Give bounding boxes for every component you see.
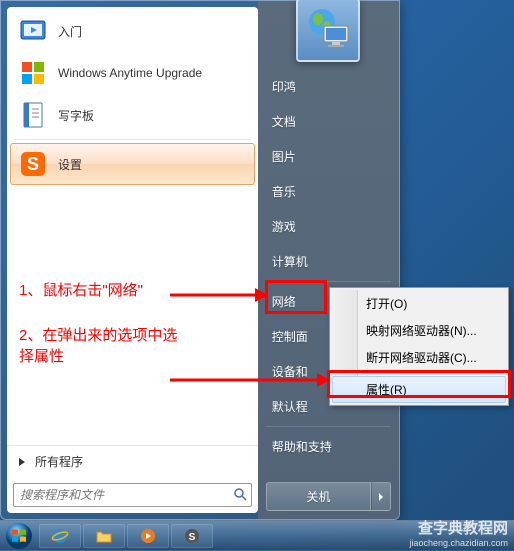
label: 计算机: [272, 255, 308, 269]
taskbar-ie[interactable]: [39, 524, 81, 548]
taskbar-media[interactable]: [127, 524, 169, 548]
label: 默认程: [272, 400, 308, 414]
start-menu-left-panel: 入门 Windows Anytime Upgrade 写字板: [7, 7, 258, 513]
program-label: Windows Anytime Upgrade: [58, 66, 202, 80]
label: 网络: [272, 295, 296, 309]
context-menu: 打开(O) 映射网络驱动器(N)... 断开网络驱动器(C)... 属性(R): [329, 287, 509, 406]
ctx-properties[interactable]: 属性(R): [332, 376, 506, 403]
label: 设备和: [272, 365, 308, 379]
taskbar: S: [0, 520, 514, 550]
right-item-help[interactable]: 帮助和支持: [258, 429, 399, 464]
taskbar-app[interactable]: S: [171, 524, 213, 548]
divider: [266, 281, 391, 282]
program-settings[interactable]: S 设置: [10, 143, 255, 185]
ctx-open[interactable]: 打开(O): [332, 290, 506, 317]
all-programs-label: 所有程序: [35, 453, 83, 470]
chevron-right-icon: [377, 493, 385, 501]
getting-started-icon: [18, 16, 48, 46]
sogou-icon: S: [183, 527, 201, 545]
arrow-right-icon: [17, 457, 27, 467]
label: 游戏: [272, 220, 296, 234]
ctx-map-drive[interactable]: 映射网络驱动器(N)...: [332, 317, 506, 344]
settings-s-icon: S: [18, 149, 48, 179]
right-item-computer[interactable]: 计算机: [258, 244, 399, 279]
ie-icon: [51, 527, 69, 545]
user-picture[interactable]: [296, 0, 360, 62]
program-label: 入门: [58, 23, 82, 40]
shutdown-row: 关机: [258, 474, 399, 519]
label: 印鸿: [272, 80, 296, 94]
divider: [14, 139, 251, 140]
label: 音乐: [272, 185, 296, 199]
globe-monitor-icon: [304, 6, 352, 54]
start-menu-right-panel: 印鸿 文档 图片 音乐 游戏 计算机 网络 控制面 设备和 默认程 帮助和支持 …: [258, 1, 399, 519]
taskbar-explorer[interactable]: [83, 524, 125, 548]
shutdown-button[interactable]: 关机: [266, 482, 371, 511]
search-input[interactable]: [13, 483, 252, 507]
right-item-games[interactable]: 游戏: [258, 209, 399, 244]
start-button[interactable]: [0, 521, 38, 551]
search-icon: [233, 487, 247, 506]
program-label: 设置: [58, 156, 82, 173]
shutdown-options-button[interactable]: [371, 482, 391, 511]
label: 帮助和支持: [272, 440, 332, 454]
svg-text:S: S: [189, 532, 196, 543]
windows-orb-icon: [5, 522, 33, 550]
programs-list: 入门 Windows Anytime Upgrade 写字板: [7, 7, 258, 445]
label: 文档: [272, 115, 296, 129]
start-menu: 入门 Windows Anytime Upgrade 写字板: [0, 0, 400, 520]
all-programs-button[interactable]: 所有程序: [7, 445, 258, 477]
right-item-documents[interactable]: 文档: [258, 104, 399, 139]
anytime-upgrade-icon: [18, 58, 48, 88]
divider: [266, 426, 391, 427]
program-anytime-upgrade[interactable]: Windows Anytime Upgrade: [10, 52, 255, 94]
right-item-user[interactable]: 印鸿: [258, 69, 399, 104]
label: 控制面: [272, 330, 308, 344]
wordpad-icon: [18, 100, 48, 130]
program-wordpad[interactable]: 写字板: [10, 94, 255, 136]
search-box: [13, 483, 252, 507]
separator: [362, 373, 504, 374]
ctx-disconnect-drive[interactable]: 断开网络驱动器(C)...: [332, 344, 506, 371]
right-item-pictures[interactable]: 图片: [258, 139, 399, 174]
right-item-music[interactable]: 音乐: [258, 174, 399, 209]
program-getting-started[interactable]: 入门: [10, 10, 255, 52]
folder-icon: [95, 527, 113, 545]
label: 图片: [272, 150, 296, 164]
media-icon: [139, 527, 157, 545]
program-label: 写字板: [58, 107, 94, 124]
svg-text:S: S: [27, 154, 39, 174]
